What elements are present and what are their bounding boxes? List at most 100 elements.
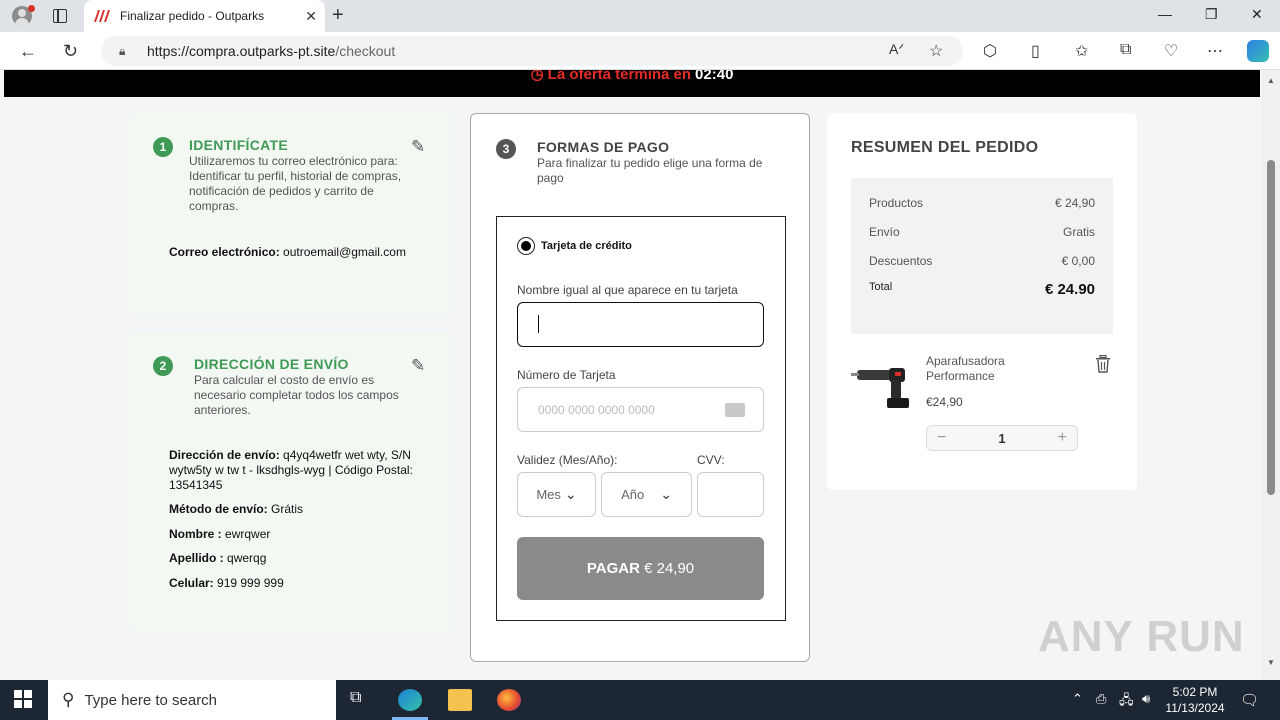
back-arrow-icon[interactable]: ←: [19, 41, 37, 62]
pay-button[interactable]: PAGAR € 24,90: [517, 537, 764, 600]
restore-icon[interactable]: ❐: [1205, 6, 1218, 23]
tab-title: Finalizar pedido - Outparks: [120, 9, 265, 23]
payment-card: 3 FORMAS DE PAGO Para finalizar tu pedid…: [470, 113, 810, 662]
step-number: 1: [153, 137, 173, 157]
edit-icon[interactable]: ✎: [411, 356, 429, 375]
volume-icon[interactable]: 🔊︎: [1142, 691, 1150, 707]
url-path: /checkout: [335, 43, 396, 59]
refresh-icon[interactable]: ↻: [63, 41, 78, 62]
summary-totals-box: Productos € 24,90 Envío Gratis Descuento…: [851, 178, 1113, 334]
step-number: 3: [496, 139, 516, 159]
taskbar-clock[interactable]: 5:02 PM 11/13/2024: [1160, 684, 1230, 716]
name-row: Nombre : ewrqwer: [169, 527, 270, 542]
summary-row-value: € 24,90: [1054, 196, 1095, 210]
order-summary-card: RESUMEN DEL PEDIDO Productos € 24,90 Env…: [827, 113, 1137, 490]
notifications-icon[interactable]: 🗨︎: [1240, 691, 1259, 709]
email-value: outroemail@gmail.com: [283, 245, 406, 259]
browser-address-bar: ← ↻ 🔒︎ https://compra.outparks-pt.site/c…: [0, 32, 1280, 70]
plus-icon[interactable]: +: [1058, 429, 1067, 447]
minus-icon[interactable]: −: [937, 429, 946, 447]
firefox-icon[interactable]: [497, 689, 521, 711]
credit-card-icon: [725, 403, 745, 417]
page-scrollbar[interactable]: ▲ ▼: [1262, 70, 1280, 680]
card-number-input[interactable]: 0000 0000 0000 0000: [517, 387, 764, 432]
card-number-placeholder: 0000 0000 0000 0000: [538, 403, 655, 417]
copilot-icon[interactable]: [1247, 40, 1269, 62]
edit-icon[interactable]: ✎: [411, 137, 429, 156]
favorite-star-icon[interactable]: ☆: [929, 41, 943, 61]
notification-dot: [28, 5, 35, 12]
shipping-method-row: Método de envío: Grátis: [169, 502, 303, 517]
new-tab-icon[interactable]: +: [332, 4, 344, 27]
address-row: Dirección de envío: q4yq4wetfr wet wty, …: [169, 448, 414, 493]
taskbar-search[interactable]: ⚲ Type here to search: [48, 680, 336, 720]
year-select[interactable]: Año ⌄: [601, 472, 692, 517]
month-select[interactable]: Mes ⌄: [517, 472, 596, 517]
trash-icon[interactable]: [1095, 354, 1111, 373]
chevron-down-icon: ⌄: [564, 486, 577, 502]
phone-label: Celular:: [169, 576, 214, 590]
read-aloud-icon[interactable]: Aᐟ: [889, 41, 904, 58]
browser-tab-bar: Finalizar pedido - Outparks ✕ + — ❐ ✕: [0, 0, 1280, 32]
browser-tab-active[interactable]: Finalizar pedido - Outparks ✕: [84, 0, 325, 32]
task-view-icon[interactable]: ⧉: [350, 689, 374, 711]
file-explorer-icon[interactable]: [448, 689, 472, 711]
minimize-icon[interactable]: —: [1158, 6, 1172, 22]
identify-title: IDENTIFÍCATE: [189, 137, 289, 153]
summary-row-value: € 0,00: [1061, 254, 1095, 268]
cardholder-name-input[interactable]: [517, 302, 764, 347]
network-icon[interactable]: 🖧︎: [1119, 691, 1134, 713]
summary-row: Productos € 24,90: [869, 196, 1095, 210]
summary-row-label: Productos: [869, 196, 924, 210]
phone-row: Celular: 919 999 999: [169, 576, 284, 591]
pay-button-prefix: PAGAR: [586, 560, 640, 577]
more-menu-icon[interactable]: ⋯: [1207, 41, 1223, 61]
summary-row-label: Descuentos: [869, 254, 933, 268]
payment-title: FORMAS DE PAGO: [537, 139, 670, 155]
favorites-icon[interactable]: ✩: [1075, 41, 1088, 61]
name-label: Nombre :: [169, 527, 222, 541]
chevron-down-icon: ⌄: [660, 486, 672, 502]
url-field[interactable]: 🔒︎ https://compra.outparks-pt.site/check…: [101, 36, 963, 66]
payment-description: Para finalizar tu pedido elige una forma…: [537, 156, 763, 185]
browser-essentials-icon[interactable]: ♡: [1164, 41, 1178, 61]
windows-start-icon[interactable]: [14, 690, 32, 708]
identify-description: Utilizaremos tu correo electrónico para:…: [189, 154, 402, 213]
phone-value: 919 999 999: [217, 576, 284, 590]
summary-total-value: € 24.90: [1044, 281, 1095, 298]
shipping-method-value: Grátis: [271, 502, 304, 516]
device-icon[interactable]: ⎙: [1096, 691, 1106, 707]
credit-card-form: Tarjeta de crédito Nombre igual al que a…: [496, 216, 786, 621]
card-number-label: Número de Tarjeta: [517, 368, 616, 382]
summary-row: Descuentos € 0,00: [869, 254, 1095, 268]
window-close-icon[interactable]: ✕: [1251, 6, 1263, 23]
quantity-stepper[interactable]: − 1 +: [926, 425, 1078, 451]
summary-row-label: Envío: [869, 225, 900, 239]
product-price: €24,90: [926, 395, 963, 409]
clock-time: 5:02 PM: [1172, 685, 1218, 699]
step-number: 2: [153, 356, 173, 376]
shipping-description: Para calcular el costo de envío es neces…: [194, 373, 399, 417]
credit-card-radio[interactable]: [517, 237, 535, 255]
extensions-icon[interactable]: ⬡: [983, 41, 997, 61]
email-row: Correo electrónico: outroemail@gmail.com: [169, 245, 419, 260]
scroll-down-icon[interactable]: ▼: [1267, 658, 1275, 667]
edge-browser-icon[interactable]: [398, 689, 422, 711]
lastname-row: Apellido : qwerqg: [169, 551, 266, 566]
show-hidden-icons-icon[interactable]: ⌃: [1072, 691, 1083, 707]
tab-actions-icon[interactable]: [53, 9, 67, 23]
cvv-input[interactable]: [697, 472, 764, 517]
taskbar-search-placeholder: Type here to search: [84, 691, 218, 709]
scroll-up-icon[interactable]: ▲: [1267, 76, 1275, 85]
close-tab-icon[interactable]: ✕: [305, 8, 317, 25]
outparks-favicon-icon: [92, 9, 110, 23]
split-screen-icon[interactable]: ▯: [1031, 41, 1040, 61]
collections-icon[interactable]: ⧉: [1120, 41, 1131, 59]
scrollbar-thumb[interactable]: [1267, 160, 1275, 495]
summary-total-row: Total € 24.90: [869, 281, 1095, 298]
summary-title: RESUMEN DEL PEDIDO: [851, 139, 1039, 156]
text-cursor: [538, 315, 539, 333]
windows-taskbar: ⚲ Type here to search ⧉ ⌃ ⎙ 🖧︎ 🔊︎ 5:02 P…: [0, 680, 1280, 720]
summary-total-label: Total: [869, 281, 893, 293]
shipping-method-label: Método de envío:: [169, 502, 268, 516]
